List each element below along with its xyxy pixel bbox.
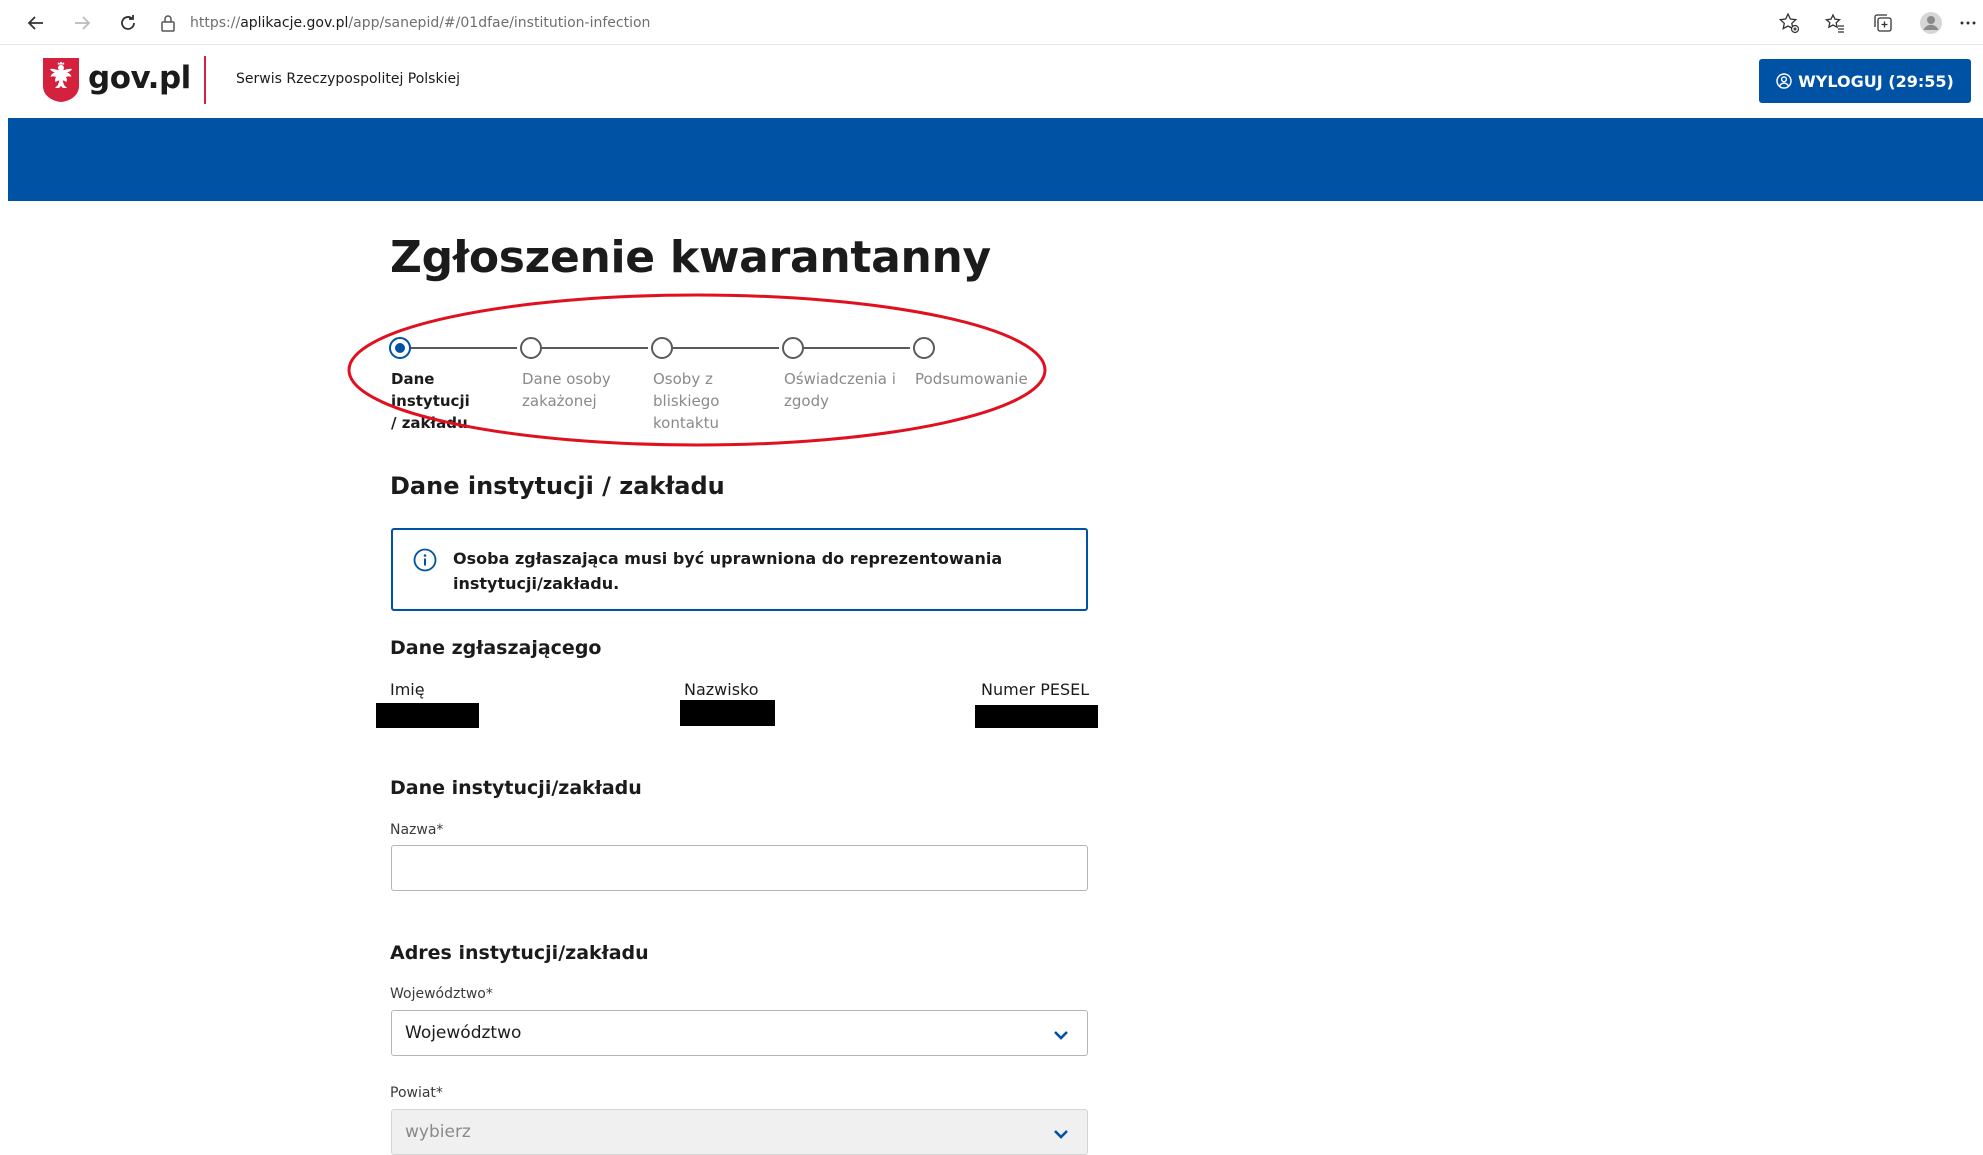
redacted-last-name: [680, 700, 775, 726]
step-connector: [802, 347, 910, 349]
voivodeship-value: Województwo: [405, 1023, 522, 1043]
step-connector: [409, 347, 517, 349]
info-text: Osoba zgłaszająca musi być uprawniona do…: [453, 549, 1003, 593]
collections-icon[interactable]: [1870, 10, 1896, 36]
chevron-down-icon: [1051, 1025, 1071, 1045]
lock-icon[interactable]: [160, 14, 176, 32]
first-name-label: Imię: [390, 680, 425, 699]
reload-icon[interactable]: [114, 9, 142, 37]
institution-section-title: Dane instytucji/zakładu: [390, 777, 642, 799]
gov-logo-text[interactable]: gov.pl: [88, 60, 191, 96]
back-arrow-icon[interactable]: [22, 9, 50, 37]
site-header: gov.pl Serwis Rzeczypospolitej Polskiej …: [8, 46, 1983, 118]
browser-toolbar: https://aplikacje.gov.pl/app/sanepid/#/0…: [0, 0, 1983, 45]
logout-button[interactable]: WYLOGUJ (29:55): [1759, 59, 1971, 103]
step-3-label[interactable]: Osoby z bliskiego kontaktu: [653, 368, 763, 434]
logout-label: WYLOGUJ (29:55): [1798, 71, 1954, 91]
user-circle-icon: [1776, 73, 1792, 89]
more-icon[interactable]: [1958, 10, 1978, 36]
step-1-label[interactable]: Dane instytucji / zakładu: [391, 368, 501, 434]
polish-eagle-logo-icon[interactable]: [42, 57, 80, 103]
step-3-indicator[interactable]: [651, 337, 673, 359]
redacted-first-name: [376, 703, 479, 728]
pesel-label: Numer PESEL: [981, 680, 1090, 699]
step-5-label[interactable]: Podsumowanie: [915, 368, 1028, 390]
section-title: Dane instytucji / zakładu: [390, 472, 725, 500]
step-5-indicator[interactable]: [913, 337, 935, 359]
profile-icon[interactable]: [1918, 10, 1944, 36]
step-connector: [540, 347, 648, 349]
hero-band: [8, 118, 1983, 201]
institution-name-input[interactable]: [391, 845, 1088, 891]
favorites-icon[interactable]: [1822, 10, 1848, 36]
info-icon: [413, 548, 437, 572]
info-alert: Osoba zgłaszająca musi być uprawniona do…: [391, 528, 1088, 611]
forward-arrow-icon[interactable]: [68, 9, 96, 37]
address-section-title: Adres instytucji/zakładu: [390, 942, 649, 964]
step-4-label[interactable]: Oświadczenia i zgody: [784, 368, 904, 412]
chevron-down-icon: [1051, 1124, 1071, 1144]
progress-stepper: Dane instytucji / zakładu Dane osoby zakaż…: [385, 332, 1035, 442]
county-label: Powiat*: [390, 1085, 443, 1101]
name-field-label: Nazwa*: [390, 822, 444, 838]
step-connector: [671, 347, 779, 349]
step-1-indicator[interactable]: [389, 337, 411, 359]
step-2-label[interactable]: Dane osoby zakażonej: [522, 368, 632, 412]
voivodeship-label: Województwo*: [390, 986, 493, 1002]
address-bar[interactable]: https://aplikacje.gov.pl/app/sanepid/#/0…: [160, 6, 1730, 40]
step-4-indicator[interactable]: [782, 337, 804, 359]
step-2-indicator[interactable]: [520, 337, 542, 359]
voivodeship-select[interactable]: Województwo: [391, 1010, 1088, 1056]
county-value: wybierz: [405, 1122, 471, 1142]
redacted-pesel: [975, 705, 1098, 728]
reporter-section-title: Dane zgłaszającego: [390, 637, 602, 659]
page-title: Zgłoszenie kwarantanny: [390, 232, 991, 283]
url-text[interactable]: https://aplikacje.gov.pl/app/sanepid/#/0…: [190, 15, 650, 31]
header-divider: [204, 56, 206, 104]
county-select[interactable]: wybierz: [391, 1109, 1088, 1155]
star-plus-icon[interactable]: [1776, 10, 1802, 36]
service-name: Serwis Rzeczypospolitej Polskiej: [236, 71, 460, 87]
last-name-label: Nazwisko: [684, 680, 759, 699]
